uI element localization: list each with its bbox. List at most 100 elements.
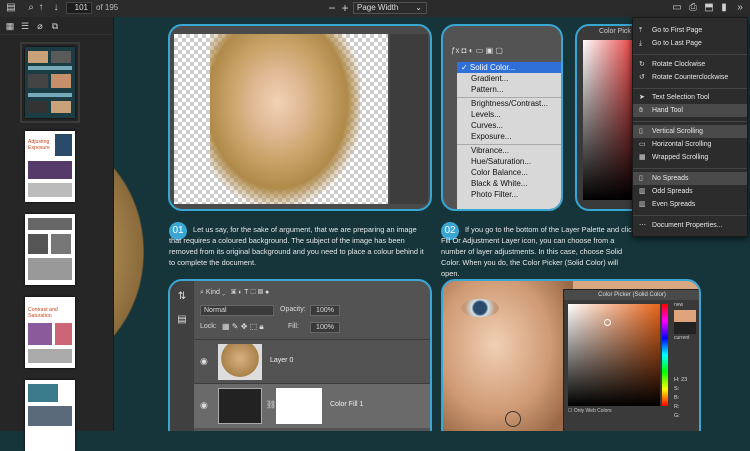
- outline-tab-icon[interactable]: ☰: [18, 19, 32, 33]
- menu-item-document-properties[interactable]: ⋯ Document Properties...: [633, 219, 747, 232]
- sidebar-toggle-icon[interactable]: ▤: [4, 1, 18, 15]
- attachments-tab-icon[interactable]: ⌀: [33, 19, 47, 33]
- sidebar-tabs: ▦ ☰ ⌀ ⧉: [0, 17, 113, 35]
- opacity-input[interactable]: 100%: [310, 305, 340, 316]
- last-page-icon: ⤓: [639, 40, 643, 47]
- previous-page-button[interactable]: ↑: [34, 1, 48, 15]
- layer-row-selected[interactable]: ◉ ⛓︎ Color Fill 1: [194, 383, 430, 428]
- menu-item-rotate-ccw[interactable]: ↺ Rotate Counterclockwise: [633, 71, 747, 84]
- menu-label: Vertical Scrolling: [652, 128, 703, 135]
- properties-icon: ⋯: [639, 222, 646, 229]
- menu-item-first-page[interactable]: ⤒ Go to First Page: [633, 24, 747, 37]
- step-2-text: If you go to the bottom of the Layer Pal…: [441, 225, 636, 278]
- current-label: current: [674, 335, 690, 341]
- kind-filter[interactable]: ⌕ Kind ⌄ ▣ ◐ T ⬚ ▤ ●: [200, 289, 269, 297]
- menu-item-odd-spreads[interactable]: ▥ Odd Spreads: [633, 185, 747, 198]
- download-icon[interactable]: ⬒: [702, 1, 716, 15]
- menu-item-even-spreads[interactable]: ▥ Even Spreads: [633, 198, 747, 211]
- color-picker-title: Color Picker (Solid Color): [564, 290, 699, 300]
- fill-input[interactable]: 100%: [310, 322, 340, 333]
- hue-slider[interactable]: [662, 304, 668, 406]
- b-label: B:: [674, 395, 680, 401]
- zoom-in-button[interactable]: +: [338, 1, 352, 15]
- print-icon[interactable]: ⎙: [686, 1, 700, 15]
- layer-thumbnail: [218, 344, 262, 380]
- menu-item[interactable]: Exposure...: [457, 131, 561, 142]
- next-page-button[interactable]: ↓: [49, 1, 63, 15]
- menu-item[interactable]: Hue/Saturation...: [457, 156, 561, 167]
- fill-adjustment-menu: ✓ Solid Color... Gradient... Pattern... …: [457, 62, 561, 209]
- s-label: S:: [674, 386, 680, 392]
- menu-item[interactable]: Gradient...: [457, 73, 561, 84]
- menu-item[interactable]: Brightness/Contrast...: [457, 97, 561, 109]
- tools-menu-icon[interactable]: »: [733, 1, 747, 15]
- menu-label: Go to First Page: [652, 27, 703, 34]
- color-field[interactable]: [568, 304, 660, 406]
- menu-item[interactable]: Pattern...: [457, 84, 561, 95]
- photoshop-side-panel: [390, 34, 428, 204]
- page-thumbnail[interactable]: Contrast and Saturation: [25, 297, 75, 368]
- menu-item[interactable]: Photo Filter...: [457, 189, 561, 200]
- eye-icon[interactable]: ◉: [200, 400, 208, 411]
- even-spreads-icon: ▥: [639, 201, 646, 208]
- menu-item-solid-color[interactable]: ✓ Solid Color...: [457, 62, 561, 73]
- layer-name: Color Fill 1: [330, 401, 364, 408]
- layer-row[interactable]: ◉ Layer 0: [194, 339, 430, 384]
- color-picker-dialog: Color Picker (Solid Color) new current H…: [563, 289, 699, 431]
- vertical-scroll-icon: ▯: [639, 128, 643, 135]
- blend-mode-select[interactable]: Normal: [200, 305, 274, 316]
- h-value[interactable]: 23: [681, 377, 687, 383]
- lock-icons[interactable]: ▦ ✎ ✥ ⬚ 🔒︎: [222, 322, 264, 332]
- r-label: R:: [674, 404, 680, 410]
- only-web-colors-checkbox[interactable]: ☐ Only Web Colors: [568, 408, 612, 414]
- menu-item-horizontal-scrolling[interactable]: ▭ Horizontal Scrolling: [633, 138, 747, 151]
- presentation-mode-icon[interactable]: ▭: [670, 1, 684, 15]
- fill-layer-thumbnail: [218, 388, 262, 424]
- menu-item-text-selection[interactable]: ➤ Text Selection Tool: [633, 91, 747, 104]
- page-thumbnail[interactable]: Adjusting Exposure: [25, 131, 75, 202]
- screenshot-panel-4: ⇅ ▤ ⌕ Kind ⌄ ▣ ◐ T ⬚ ▤ ● Normal Opacity:…: [168, 279, 432, 431]
- chevron-down-icon: ⌄: [415, 3, 422, 12]
- menu-item[interactable]: Curves...: [457, 120, 561, 131]
- new-color-swatch: [674, 310, 696, 322]
- bookmark-icon[interactable]: ▮: [717, 1, 731, 15]
- menu-item-vertical-scrolling[interactable]: ▯ Vertical Scrolling: [633, 125, 747, 138]
- page-thumbnail[interactable]: [25, 214, 75, 285]
- menu-item-rotate-cw[interactable]: ↻ Rotate Clockwise: [633, 58, 747, 71]
- menu-item-wrapped-scrolling[interactable]: ▦ Wrapped Scrolling: [633, 151, 747, 164]
- odd-spreads-icon: ▥: [639, 188, 646, 195]
- eye-icon[interactable]: ◉: [200, 356, 208, 367]
- menu-label: No Spreads: [652, 175, 689, 182]
- h-label: H:: [674, 377, 680, 383]
- eye-image: [461, 299, 499, 317]
- page-thumbnail[interactable]: [25, 380, 75, 451]
- zoom-out-button[interactable]: −: [325, 1, 339, 15]
- adjust-icon: ⇅: [177, 291, 187, 302]
- layer-icons-row: ƒx ◘ ◐ ▭ ▣ ▢: [451, 46, 503, 55]
- picker-tab-label: Color Pick: [599, 28, 631, 35]
- menu-item-hand-tool[interactable]: ✋︎ Hand Tool: [633, 104, 747, 117]
- menu-item-no-spreads[interactable]: ▯ No Spreads: [633, 172, 747, 185]
- menu-item[interactable]: Levels...: [457, 109, 561, 120]
- page-thumbnail-selected[interactable]: [20, 42, 80, 123]
- menu-item[interactable]: Black & White...: [457, 178, 561, 189]
- thumbnails-tab-icon[interactable]: ▦: [3, 19, 17, 33]
- layers-tab-icon[interactable]: ⧉: [48, 19, 62, 33]
- color-cursor[interactable]: [604, 319, 611, 326]
- pointer-cursor-icon: [505, 411, 521, 427]
- rotate-cw-icon: ↻: [639, 61, 645, 68]
- menu-separator: [633, 121, 747, 122]
- kind-label: Kind: [205, 289, 220, 296]
- page-number-input[interactable]: 101: [66, 2, 92, 14]
- menu-label: Wrapped Scrolling: [652, 154, 709, 161]
- layer-name: Layer 0: [270, 357, 294, 364]
- rotate-ccw-icon: ↺: [639, 74, 645, 81]
- sidebar-scrollbar[interactable]: [104, 43, 109, 423]
- menu-item-last-page[interactable]: ⤓ Go to Last Page: [633, 37, 747, 50]
- layers-icon: ▤: [177, 314, 187, 325]
- zoom-select[interactable]: Page Width ⌄: [353, 2, 427, 14]
- menu-item[interactable]: Color Balance...: [457, 167, 561, 178]
- menu-item[interactable]: Vibrance...: [457, 144, 561, 156]
- menu-label: Document Properties...: [652, 222, 723, 229]
- thumbnail-title: Contrast and Saturation: [28, 307, 58, 319]
